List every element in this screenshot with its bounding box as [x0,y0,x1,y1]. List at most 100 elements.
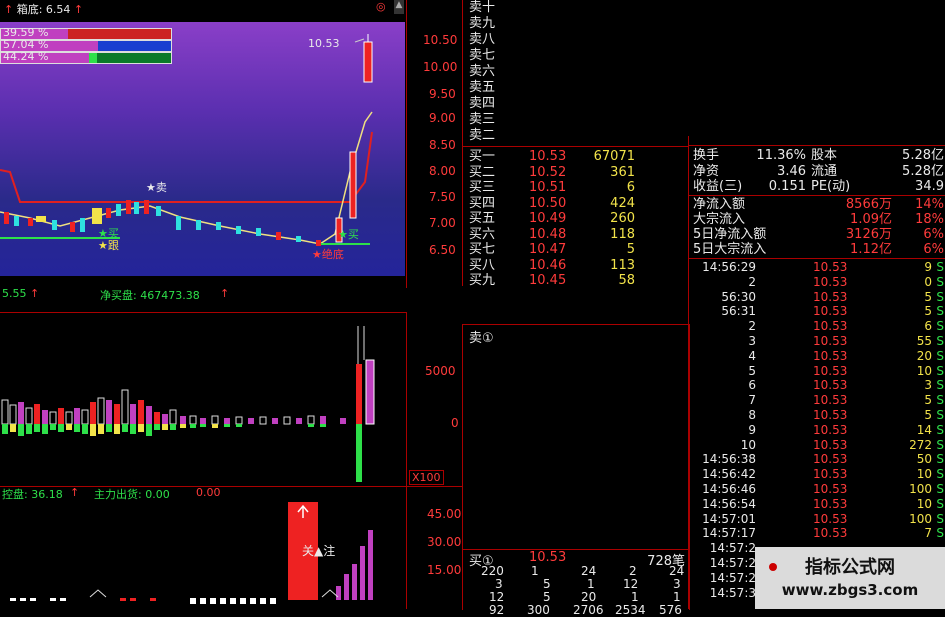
sell-level[interactable]: 卖九 [469,16,495,32]
buy-row[interactable]: 买七 10.47 5 [463,242,689,258]
price-tick: 7.00 [429,216,456,230]
divider [689,258,945,259]
buy-row[interactable]: 买九 10.45 58 [463,273,689,289]
price-tick: 8.00 [429,164,456,178]
tick-row: 14:56:42 10.53 10 S [702,467,944,482]
stat-row: 收益(三) 0.151 PE(动) 34.9 [693,179,944,194]
price-tick: 9.50 [429,87,456,101]
net-buy-label: 净买盘: 467473.38 [100,289,200,302]
sell-level[interactable]: 卖六 [469,64,495,80]
peak-label: 10.53 [308,37,340,50]
mid-left-value: 5.55 [2,287,27,300]
candles [4,34,373,246]
vol-tick: 5000 [425,364,456,378]
sell-level[interactable]: 卖三 [469,112,495,128]
price-tick: 10.50 [423,33,458,47]
queue-sell-label[interactable]: 卖① [469,327,494,346]
sell-level[interactable]: 卖二 [469,128,495,144]
flow-row: 大宗流入 1.09亿 18% [693,212,944,227]
price-tick: 6.50 [429,243,456,257]
mid-info: 5.55 ↑ 净买盘: 467473.38 ↑ [0,287,406,302]
stat-row: 换手 11.36% 股本 5.28亿 [693,148,944,163]
right-panel: 换手 11.36% 股本 5.28亿 净资 3.46 流通 5.28亿 收益(三) 0.151… [688,136,945,609]
watermark-title: 指标公式网 [805,557,895,578]
vol-unit: X100 [409,470,444,485]
buy-row[interactable]: 买六 10.48 118 [463,227,689,243]
chart-scroll-arrow[interactable]: ▲ [394,0,404,14]
upper-band-line [0,131,373,203]
sell-orders: 卖十 卖九 卖八 卖七 卖六 卖五 卖四 卖三 卖二 [469,0,495,144]
flow-row: 5日净流入额 3126万 6% [693,227,944,242]
queue-rows: 220 1 24 2 24 3 5 1 12 3 12 5 20 1 1 92 300 2706 2534 57… [463,565,689,617]
tick-row: 9 10.53 14 S [748,422,944,437]
main-out-value: 0.00 [196,486,221,499]
price-tick: 7.50 [429,190,456,204]
tick-row: 56:30 10.53 5 S [721,289,944,304]
marker-sell: ★卖 [146,181,167,194]
control-arrow: ↑ [70,486,80,499]
divider [689,145,945,146]
buy-row[interactable]: 买三 10.51 6 [463,180,689,196]
volume-chart [1,326,375,482]
sell-level[interactable]: 卖十 [469,0,495,16]
price-tick: 10.00 [423,60,458,74]
tick-row: 14:57:01 10.53 100 S [702,511,944,526]
ind-tick: 45.00 [427,507,462,521]
divider [0,312,406,313]
tick-row: 14:56:54 10.53 10 S [702,496,944,511]
buy-row[interactable]: 买二 10.52 361 [463,165,689,181]
divider [689,195,945,196]
sell-level[interactable]: 卖八 [469,32,495,48]
buy-row[interactable]: 买五 10.49 260 [463,211,689,227]
order-book: 卖十 卖九 卖八 卖七 卖六 卖五 卖四 卖三 卖二 买一 10.53 67071 … [462,0,689,289]
flow-table: 净流入额 8566万 14% 大宗流入 1.09亿 18% 5日净流入额 3126万 6% … [689,197,945,257]
stat-row: 净资 3.46 流通 5.28亿 [693,163,944,179]
tick-row: 4 10.53 20 S [748,348,944,363]
tick-row: 7 10.53 5 S [748,393,944,408]
tick-row: 10 10.53 272 S [740,437,944,452]
tick-row: 14:56:38 10.53 50 S [702,452,944,467]
divider [463,146,689,147]
tick-row: 2 10.53 0 S [748,274,944,289]
price-tick: 9.00 [429,111,456,125]
indicator-chart [10,502,373,604]
ind-tick: 30.00 [427,535,462,549]
bottom-label: ↑ 箱底: 6.54 ↑ [4,3,84,16]
watermark-url: www.zbgs3.com [781,581,919,599]
mid-left-arrow: ↑ [30,287,40,300]
queue-buy-price: 10.53 [529,550,567,565]
buy-row[interactable]: 买四 10.50 424 [463,196,689,212]
buy-orders: 买一 10.53 67071 买二 10.52 361 买三 10.51 6 买四 10.50… [463,149,689,289]
marker-follow: ★跟 [98,239,119,252]
sell-level[interactable]: 卖五 [469,80,495,96]
price-tick: 8.50 [429,138,456,152]
queue-row: 92 300 2706 2534 576 [489,603,682,617]
stats-table: 换手 11.36% 股本 5.28亿 净资 3.46 流通 5.28亿 收益(三) 0.151… [689,148,945,195]
buy-row[interactable]: 买一 10.53 67071 [463,149,689,165]
price-axis: 10.50 10.00 9.50 9.00 8.50 8.00 7.50 7.0… [406,0,463,288]
indicator-header: 控盘: 36.18 ↑ 主力出货: 0.00 0.00 [0,486,406,501]
tick-row: 56:31 10.53 5 S [721,304,944,319]
tick-row: 3 10.53 55 S [748,333,944,348]
ind-tick: 15.00 [427,563,462,577]
tick-row: 14:56:29 10.53 9 S [702,260,944,274]
net-buy-arrow: ↑ [220,287,230,300]
tick-row: 14:56:46 10.53 100 S [702,481,944,496]
flow-row: 5日大宗流入 1.12亿 6% [693,242,944,257]
watermark-logo: 指标公式网 www.zbgs3.com [755,547,945,609]
marker-bottom: ★绝底 [312,248,344,261]
tick-row: 6 10.53 3 S [748,378,944,393]
sell-level[interactable]: 卖七 [469,48,495,64]
chart-close-icon[interactable]: ◎ [376,0,386,13]
buy-row[interactable]: 买八 10.46 113 [463,258,689,274]
queue-panel: 卖① 买① 10.53 728笔 220 1 24 2 24 3 5 1 12 3 12 5 20 1… [462,324,690,617]
marker-buy-2: ★买 [338,228,359,241]
sell-level[interactable]: 卖四 [469,96,495,112]
indicator-axis: 45.00 30.00 15.00 [406,487,463,609]
focus-text: 关▲注 [302,544,336,558]
tick-row: 8 10.53 5 S [748,407,944,422]
volume-axis: 5000 0 X100 [406,312,463,487]
tick-row: 14:57:17 10.53 7 S [702,526,944,541]
tick-row: 2 10.53 6 S [748,319,944,334]
tick-row: 5 10.53 10 S [748,363,944,378]
